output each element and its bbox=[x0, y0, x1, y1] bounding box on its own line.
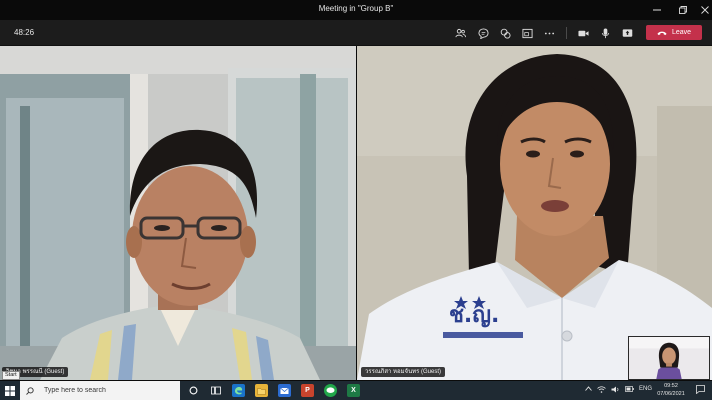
search-input[interactable] bbox=[44, 387, 174, 394]
excel-icon[interactable]: X bbox=[347, 384, 360, 397]
share-screen-icon[interactable] bbox=[619, 25, 635, 41]
camera-icon[interactable] bbox=[575, 25, 591, 41]
notification-center-icon[interactable] bbox=[696, 385, 705, 396]
video-tile-participant-1[interactable]: วิชนา พรรณนี (Guest) bbox=[0, 46, 356, 380]
leave-button-label: Leave bbox=[671, 29, 692, 36]
participant-2-video: ช.ญ. bbox=[357, 46, 712, 380]
chat-icon[interactable] bbox=[475, 25, 491, 41]
clock-time: 09:52 bbox=[664, 383, 678, 389]
self-view-image bbox=[629, 337, 709, 379]
line-app-icon[interactable] bbox=[324, 384, 337, 397]
input-language-indicator[interactable]: ENG bbox=[639, 386, 652, 392]
leave-phone-icon bbox=[657, 31, 667, 35]
edge-browser-icon[interactable] bbox=[232, 384, 245, 397]
window-title-bar: Meeting in "Group B" bbox=[0, 0, 712, 20]
windows-logo-icon bbox=[5, 385, 15, 396]
tray-chevron-up-icon[interactable] bbox=[585, 386, 592, 393]
participant-1-video bbox=[0, 46, 356, 380]
restore-icon[interactable] bbox=[672, 2, 694, 18]
search-icon bbox=[26, 386, 40, 395]
file-explorer-icon[interactable] bbox=[255, 384, 268, 397]
battery-icon[interactable] bbox=[625, 386, 634, 394]
windows-taskbar: P X ENG 09:52 07/06/2021 bbox=[0, 381, 712, 400]
volume-icon[interactable] bbox=[611, 386, 620, 395]
svg-text:ช.ญ.: ช.ญ. bbox=[449, 303, 499, 328]
share-tray-icon[interactable] bbox=[519, 25, 535, 41]
start-tooltip: Start bbox=[2, 371, 20, 380]
start-button[interactable] bbox=[0, 381, 20, 400]
toolbar-divider bbox=[566, 27, 567, 39]
mic-icon[interactable] bbox=[597, 25, 613, 41]
leave-button[interactable]: Leave bbox=[646, 25, 702, 40]
video-tile-participant-2[interactable]: ช.ญ. วรรณภิสา หอมจันทร (Guest) bbox=[357, 46, 712, 380]
clock-date: 07/06/2021 bbox=[657, 390, 685, 397]
cortana-icon[interactable] bbox=[187, 384, 200, 397]
window-title: Meeting in "Group B" bbox=[318, 4, 394, 13]
taskbar-clock[interactable]: 09:52 07/06/2021 bbox=[654, 383, 688, 398]
task-view-icon[interactable] bbox=[209, 384, 222, 397]
meeting-toolbar: 48:26 Leave bbox=[0, 20, 712, 46]
taskbar-search-box[interactable] bbox=[20, 381, 180, 400]
powerpoint-icon[interactable]: P bbox=[301, 384, 314, 397]
more-options-icon[interactable] bbox=[541, 25, 557, 41]
network-wifi-icon[interactable] bbox=[597, 386, 606, 395]
minimize-icon[interactable] bbox=[646, 2, 668, 18]
participant-2-name-tag: วรรณภิสา หอมจันทร (Guest) bbox=[361, 367, 446, 377]
self-view-video[interactable] bbox=[628, 336, 710, 380]
people-icon[interactable] bbox=[452, 25, 468, 41]
meeting-timer: 48:26 bbox=[14, 28, 35, 37]
outlook-icon[interactable] bbox=[278, 384, 291, 397]
close-icon[interactable] bbox=[694, 2, 712, 18]
reactions-icon[interactable] bbox=[497, 25, 513, 41]
